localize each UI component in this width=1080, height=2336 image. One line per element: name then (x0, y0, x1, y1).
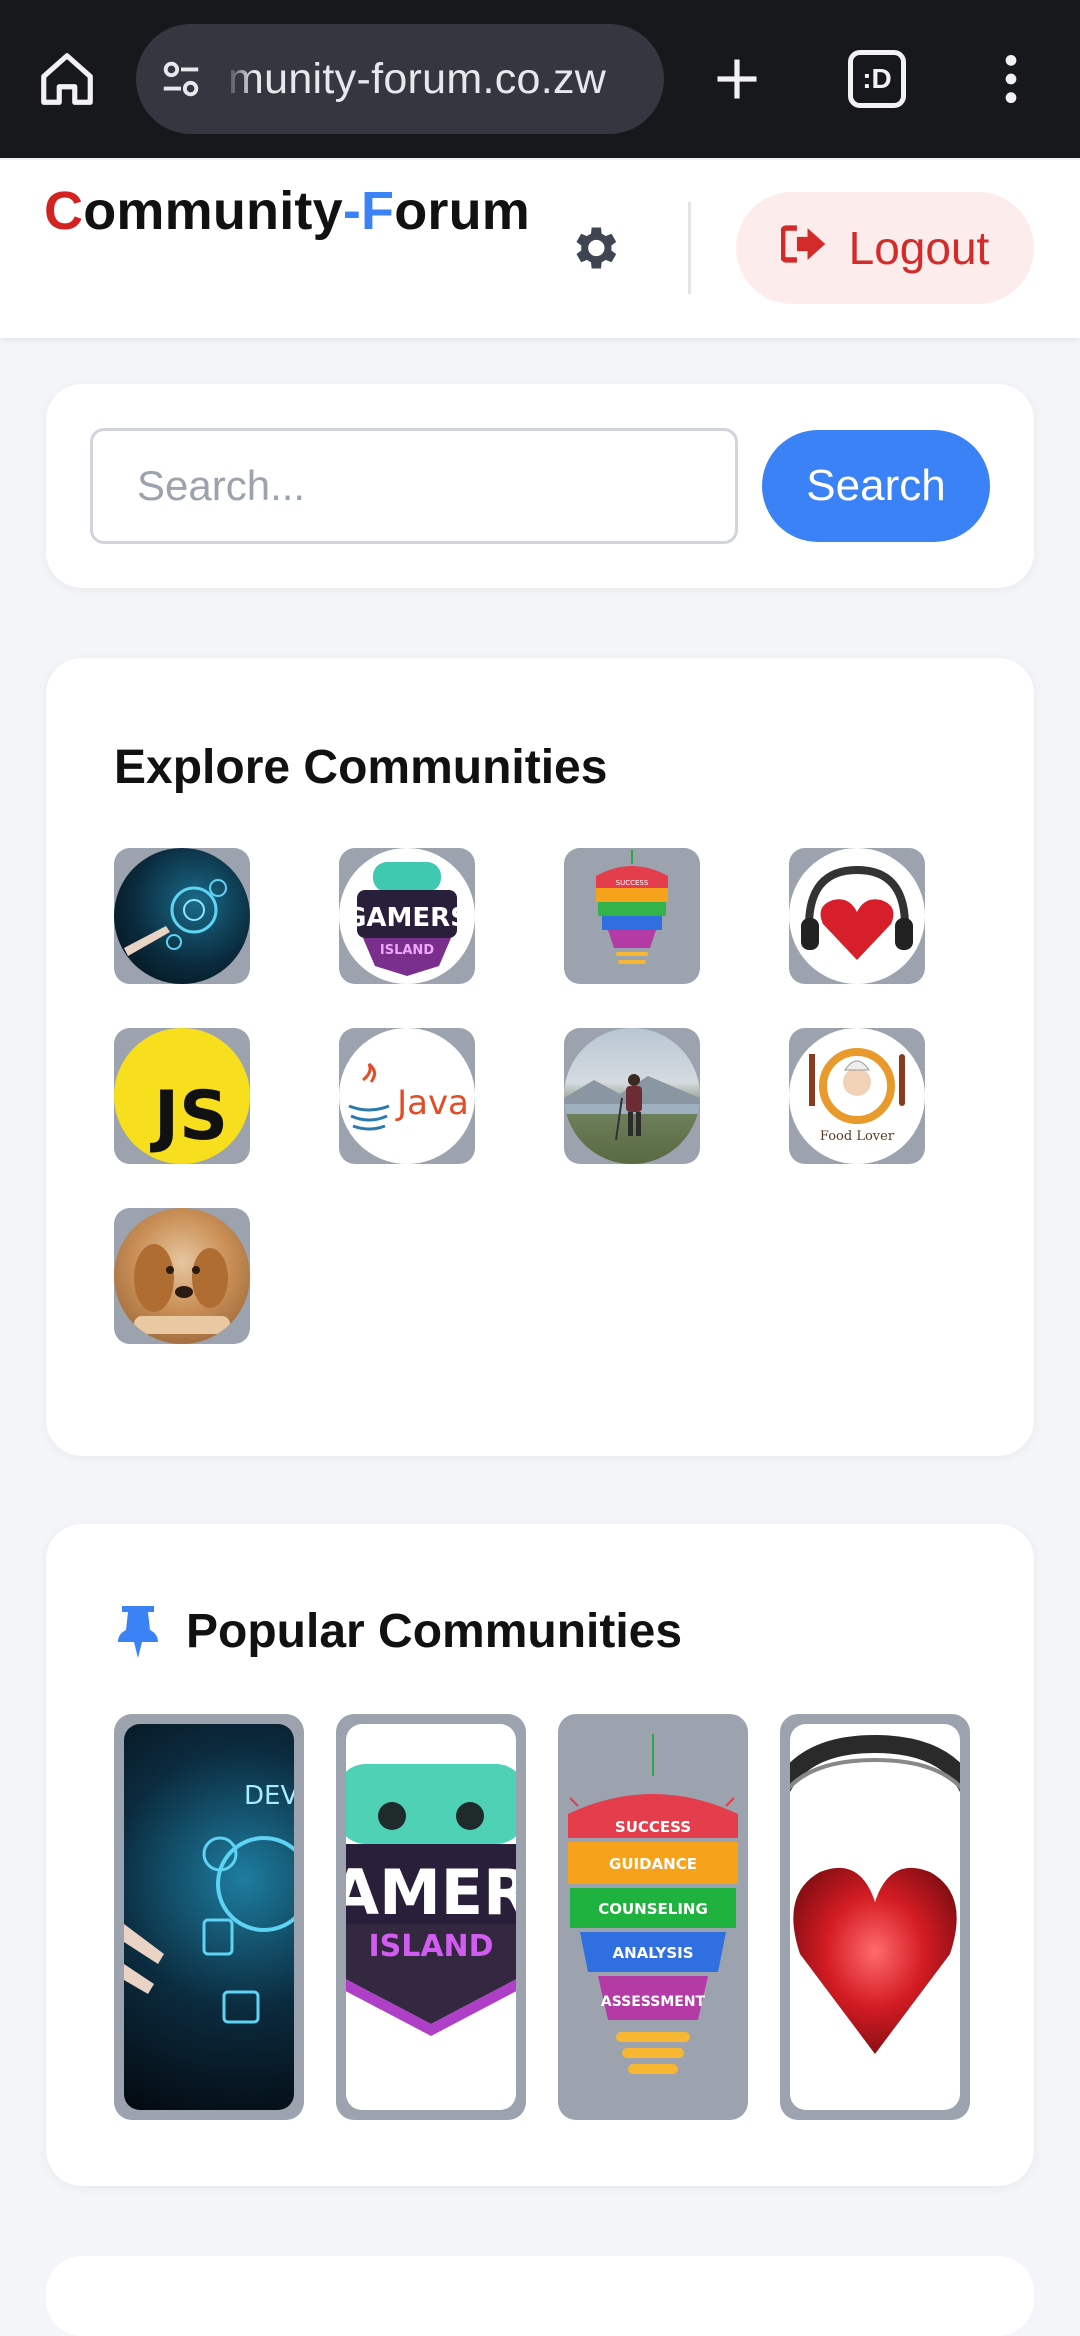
site-settings-icon[interactable] (158, 56, 204, 102)
header-divider (688, 202, 691, 294)
logo-part: orum (394, 181, 530, 241)
layer-success: SUCCESS (615, 1818, 691, 1836)
popular-success-guidance[interactable]: SUCCESS GUIDANCE COUNSELING ANALYSIS ASS… (558, 1714, 748, 2120)
next-section-card (46, 2256, 1034, 2336)
community-pets[interactable] (114, 1208, 250, 1344)
gamers-island-image: AMER ISLAND (346, 1724, 516, 2110)
tabs-icon[interactable]: :D (848, 50, 906, 108)
web-developer-image: DEVEL (124, 1724, 294, 2110)
island-text: ISLAND (380, 943, 434, 958)
heart-headphones-image (789, 848, 925, 984)
logo-part: - (342, 181, 361, 241)
community-javascript[interactable]: JS (114, 1028, 250, 1164)
hiker-image (564, 1028, 700, 1164)
layer-counseling: COUNSELING (598, 1900, 708, 1918)
success-guidance-image: SUCCESS (596, 850, 668, 964)
community-food-lover[interactable]: Food Lover (789, 1028, 925, 1164)
layer-guidance: GUIDANCE (609, 1855, 697, 1873)
popular-web-development[interactable]: DEVEL (114, 1714, 304, 2120)
gamers-text: GAMERS (345, 903, 469, 933)
menu-icon[interactable] (990, 48, 1032, 110)
js-logo: JS (114, 1028, 250, 1164)
amer-text: AMER (346, 1856, 516, 1929)
community-java[interactable]: Java (339, 1028, 475, 1164)
layer-analysis: ANALYSIS (612, 1944, 693, 1962)
community-success-guidance[interactable]: SUCCESS (564, 848, 700, 984)
logo-part: C (44, 181, 84, 241)
app-header: Community-Forum Logout (0, 160, 1080, 338)
island-text: ISLAND (368, 1929, 493, 1964)
popular-communities-title: Popular Communities (186, 1605, 683, 1658)
gear-icon[interactable] (566, 220, 622, 276)
new-tab-icon[interactable] (706, 48, 768, 110)
logout-icon (779, 221, 827, 275)
layer-assessment: ASSESSMENT (601, 1994, 706, 2010)
community-music-love[interactable] (789, 848, 925, 984)
community-gamers-island[interactable]: GAMERS ISLAND (339, 848, 475, 984)
success-guidance-image: SUCCESS GUIDANCE COUNSELING ANALYSIS ASS… (568, 1734, 738, 2074)
popular-communities-card: Popular Communities DEVEL AMER (46, 1524, 1034, 2186)
browser-toolbar: munity-forum.co.zw :D (0, 0, 1080, 158)
popular-gamers-island[interactable]: AMER ISLAND (336, 1714, 526, 2120)
search-button[interactable]: Search (762, 430, 990, 542)
food-lover-text: Food Lover (820, 1129, 895, 1144)
devel-text: DEVEL (244, 1781, 294, 1811)
dog-image (114, 1208, 250, 1344)
logout-button[interactable]: Logout (736, 192, 1034, 304)
search-input[interactable] (90, 428, 738, 544)
logo-part: ommunity (83, 181, 343, 241)
heart-headphones-image (790, 1724, 960, 2110)
java-logo: Java (339, 1028, 475, 1164)
logo-part: F (361, 181, 395, 241)
popular-music-love[interactable] (780, 1714, 970, 2120)
explore-communities-title: Explore Communities (114, 741, 608, 794)
url-text[interactable]: munity-forum.co.zw (228, 24, 648, 134)
search-card: Search (46, 384, 1034, 588)
community-hiking[interactable] (564, 1028, 700, 1164)
url-fade (224, 44, 254, 114)
gamers-island-image: GAMERS ISLAND (339, 848, 475, 984)
explore-communities-card: Explore Communities GAMERS ISLAND SUCCES… (46, 658, 1034, 1456)
js-text: JS (153, 1076, 229, 1156)
java-text: Java (395, 1083, 469, 1123)
web-developer-image (114, 848, 250, 984)
food-lover-logo: Food Lover (789, 1028, 925, 1164)
address-bar[interactable]: munity-forum.co.zw (136, 24, 664, 134)
site-logo[interactable]: Community-Forum (44, 180, 530, 242)
community-web-development[interactable] (114, 848, 250, 984)
tab-count: :D (862, 63, 892, 94)
logout-label: Logout (848, 222, 990, 274)
pin-icon (116, 1604, 166, 1660)
success-text: SUCCESS (616, 879, 649, 887)
home-icon[interactable] (36, 48, 98, 110)
